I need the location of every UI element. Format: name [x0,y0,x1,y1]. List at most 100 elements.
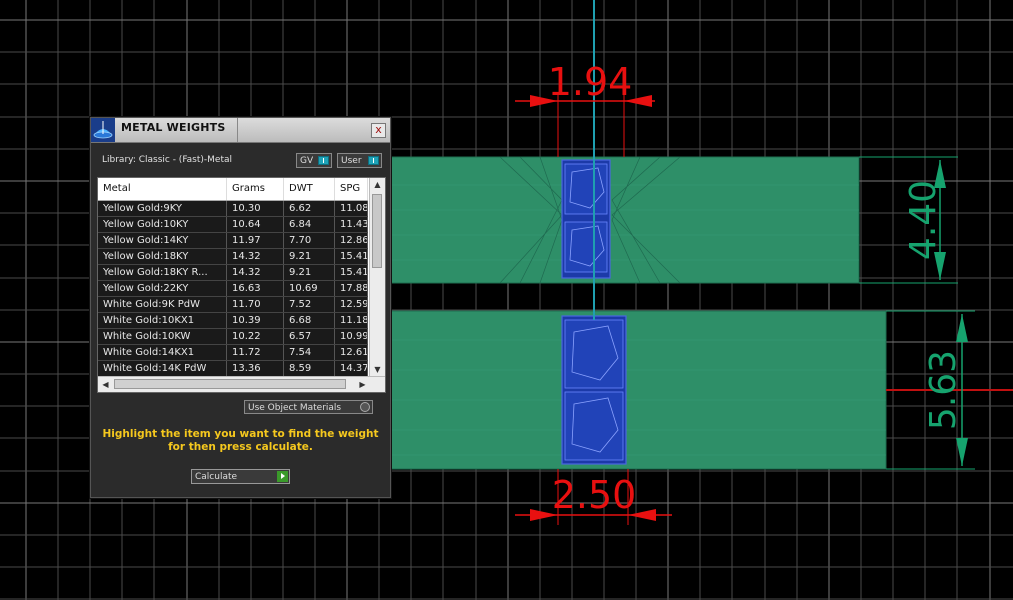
metal-name-cell: Yellow Gold:22KY [98,281,227,296]
metal-name-cell: Yellow Gold:9KY [98,201,227,216]
dwt-cell: 9.21 [284,265,335,280]
dimension-label-4: 2.50 [552,473,637,517]
metal-name-cell: Yellow Gold:18KY [98,249,227,264]
dwt-cell: 6.62 [284,201,335,216]
dwt-cell: 7.54 [284,345,335,360]
instruction-text: Highlight the item you want to find the … [102,428,379,453]
dimension-label-3: 5.63 [923,350,964,430]
metal-name-cell: Yellow Gold:14KY [98,233,227,248]
grams-cell: 14.32 [227,249,284,264]
calculate-label: Calculate [195,472,238,482]
dwt-cell: 6.57 [284,329,335,344]
dimension-label-2: 4.40 [903,180,944,260]
panel-titlebar[interactable]: METAL WEIGHTS x [91,118,390,143]
vertical-scroll-thumb[interactable] [372,194,382,268]
table-body: Yellow Gold:9KY 10.30 6.62 11.08 Yellow Gold… [98,201,368,377]
table-row[interactable]: Yellow Gold:14KY 11.97 7.70 12.86 [98,233,368,249]
spg-cell: 12.59 [335,297,368,312]
metal-weights-panel[interactable]: METAL WEIGHTS x Library: Classic - (Fast… [90,117,391,498]
table-row[interactable]: White Gold:10KW 10.22 6.57 10.99 [98,329,368,345]
toggle-knob-icon [368,156,379,165]
user-toggle-button[interactable]: User [337,153,382,168]
table-row[interactable]: Yellow Gold:9KY 10.30 6.62 11.08 [98,201,368,217]
dwt-cell: 7.70 [284,233,335,248]
lower-ring-profile[interactable] [388,310,887,470]
metal-name-cell: White Gold:10KW [98,329,227,344]
dimension-label-1: 1.94 [548,60,633,104]
spg-cell: 14.37 [335,361,368,376]
dimension-upper-height[interactable]: 4.40 [859,156,958,284]
table-row[interactable]: Yellow Gold:22KY 16.63 10.69 17.88 [98,281,368,297]
grams-cell: 11.97 [227,233,284,248]
metal-name-cell: White Gold:9K PdW [98,297,227,312]
metal-name-cell: White Gold:14KX1 [98,345,227,360]
metal-name-cell: Yellow Gold:10KY [98,217,227,232]
grams-cell: 11.72 [227,345,284,360]
close-icon: x [375,123,382,136]
metal-name-cell: White Gold:10KX1 [98,313,227,328]
spg-cell: 11.43 [335,217,368,232]
table-row[interactable]: Yellow Gold:10KY 10.64 6.84 11.43 [98,217,368,233]
column-header-grams[interactable]: Grams [227,178,284,200]
gv-toggle-button[interactable]: GV [296,153,332,168]
grams-cell: 10.22 [227,329,284,344]
metal-table[interactable]: Metal Grams DWT SPG Yellow Gold:9KY 10.30… [97,177,386,393]
scroll-left-icon[interactable]: ◀ [98,377,113,392]
grams-cell: 16.63 [227,281,284,296]
grams-cell: 10.39 [227,313,284,328]
scroll-up-icon[interactable]: ▲ [370,178,385,192]
spg-cell: 11.08 [335,201,368,216]
vertical-scrollbar[interactable]: ▲ ▼ [369,178,385,377]
grams-cell: 11.70 [227,297,284,312]
grams-cell: 10.64 [227,217,284,232]
grams-cell: 10.30 [227,201,284,216]
spg-cell: 17.88 [335,281,368,296]
horizontal-scrollbar[interactable]: ◀ ▶ [98,376,385,392]
play-arrow-icon [277,471,288,482]
spg-cell: 15.41 [335,249,368,264]
grams-cell: 14.32 [227,265,284,280]
table-row[interactable]: White Gold:14KX1 11.72 7.54 12.61 [98,345,368,361]
table-row[interactable]: White Gold:9K PdW 11.70 7.52 12.59 [98,297,368,313]
metal-name-cell: Yellow Gold:18KY R... [98,265,227,280]
scroll-right-icon[interactable]: ▶ [355,377,370,392]
dwt-cell: 6.68 [284,313,335,328]
spg-cell: 12.61 [335,345,368,360]
spg-cell: 11.18 [335,313,368,328]
close-button[interactable]: x [371,123,386,138]
user-label: User [341,156,362,166]
dimension-bottom-width[interactable]: 2.50 [515,469,672,525]
use-object-materials-label: Use Object Materials [248,403,342,413]
table-row[interactable]: Yellow Gold:18KY 14.32 9.21 15.41 [98,249,368,265]
library-label: Library: Classic - (Fast)-Metal [102,155,233,165]
use-object-materials-button[interactable]: Use Object Materials [244,400,373,414]
panel-title: METAL WEIGHTS [121,121,226,134]
spg-cell: 10.99 [335,329,368,344]
radio-ring-icon [360,402,370,412]
horizontal-scroll-thumb[interactable] [114,379,346,389]
dwt-cell: 6.84 [284,217,335,232]
column-header-dwt[interactable]: DWT [284,178,335,200]
metal-name-cell: White Gold:14K PdW [98,361,227,376]
dwt-cell: 9.21 [284,249,335,264]
table-row[interactable]: White Gold:10KX1 10.39 6.68 11.18 [98,313,368,329]
spg-cell: 12.86 [335,233,368,248]
scale-cone-icon [91,118,115,142]
table-header: Metal Grams DWT SPG [98,178,368,201]
calculate-button[interactable]: Calculate [191,469,290,484]
table-row[interactable]: White Gold:14K PdW 13.36 8.59 14.37 [98,361,368,377]
grams-cell: 13.36 [227,361,284,376]
scroll-down-icon[interactable]: ▼ [370,363,385,377]
table-row[interactable]: Yellow Gold:18KY R... 14.32 9.21 15.41 [98,265,368,281]
dwt-cell: 7.52 [284,297,335,312]
column-header-spg[interactable]: SPG [335,178,368,200]
upper-ring-profile[interactable] [388,156,860,284]
dwt-cell: 10.69 [284,281,335,296]
title-tab-divider [237,118,238,142]
spg-cell: 15.41 [335,265,368,280]
gv-label: GV [300,156,314,166]
column-header-metal[interactable]: Metal [98,178,227,200]
toggle-knob-icon [318,156,329,165]
dwt-cell: 8.59 [284,361,335,376]
dimension-top-width[interactable]: 1.94 [515,60,655,157]
